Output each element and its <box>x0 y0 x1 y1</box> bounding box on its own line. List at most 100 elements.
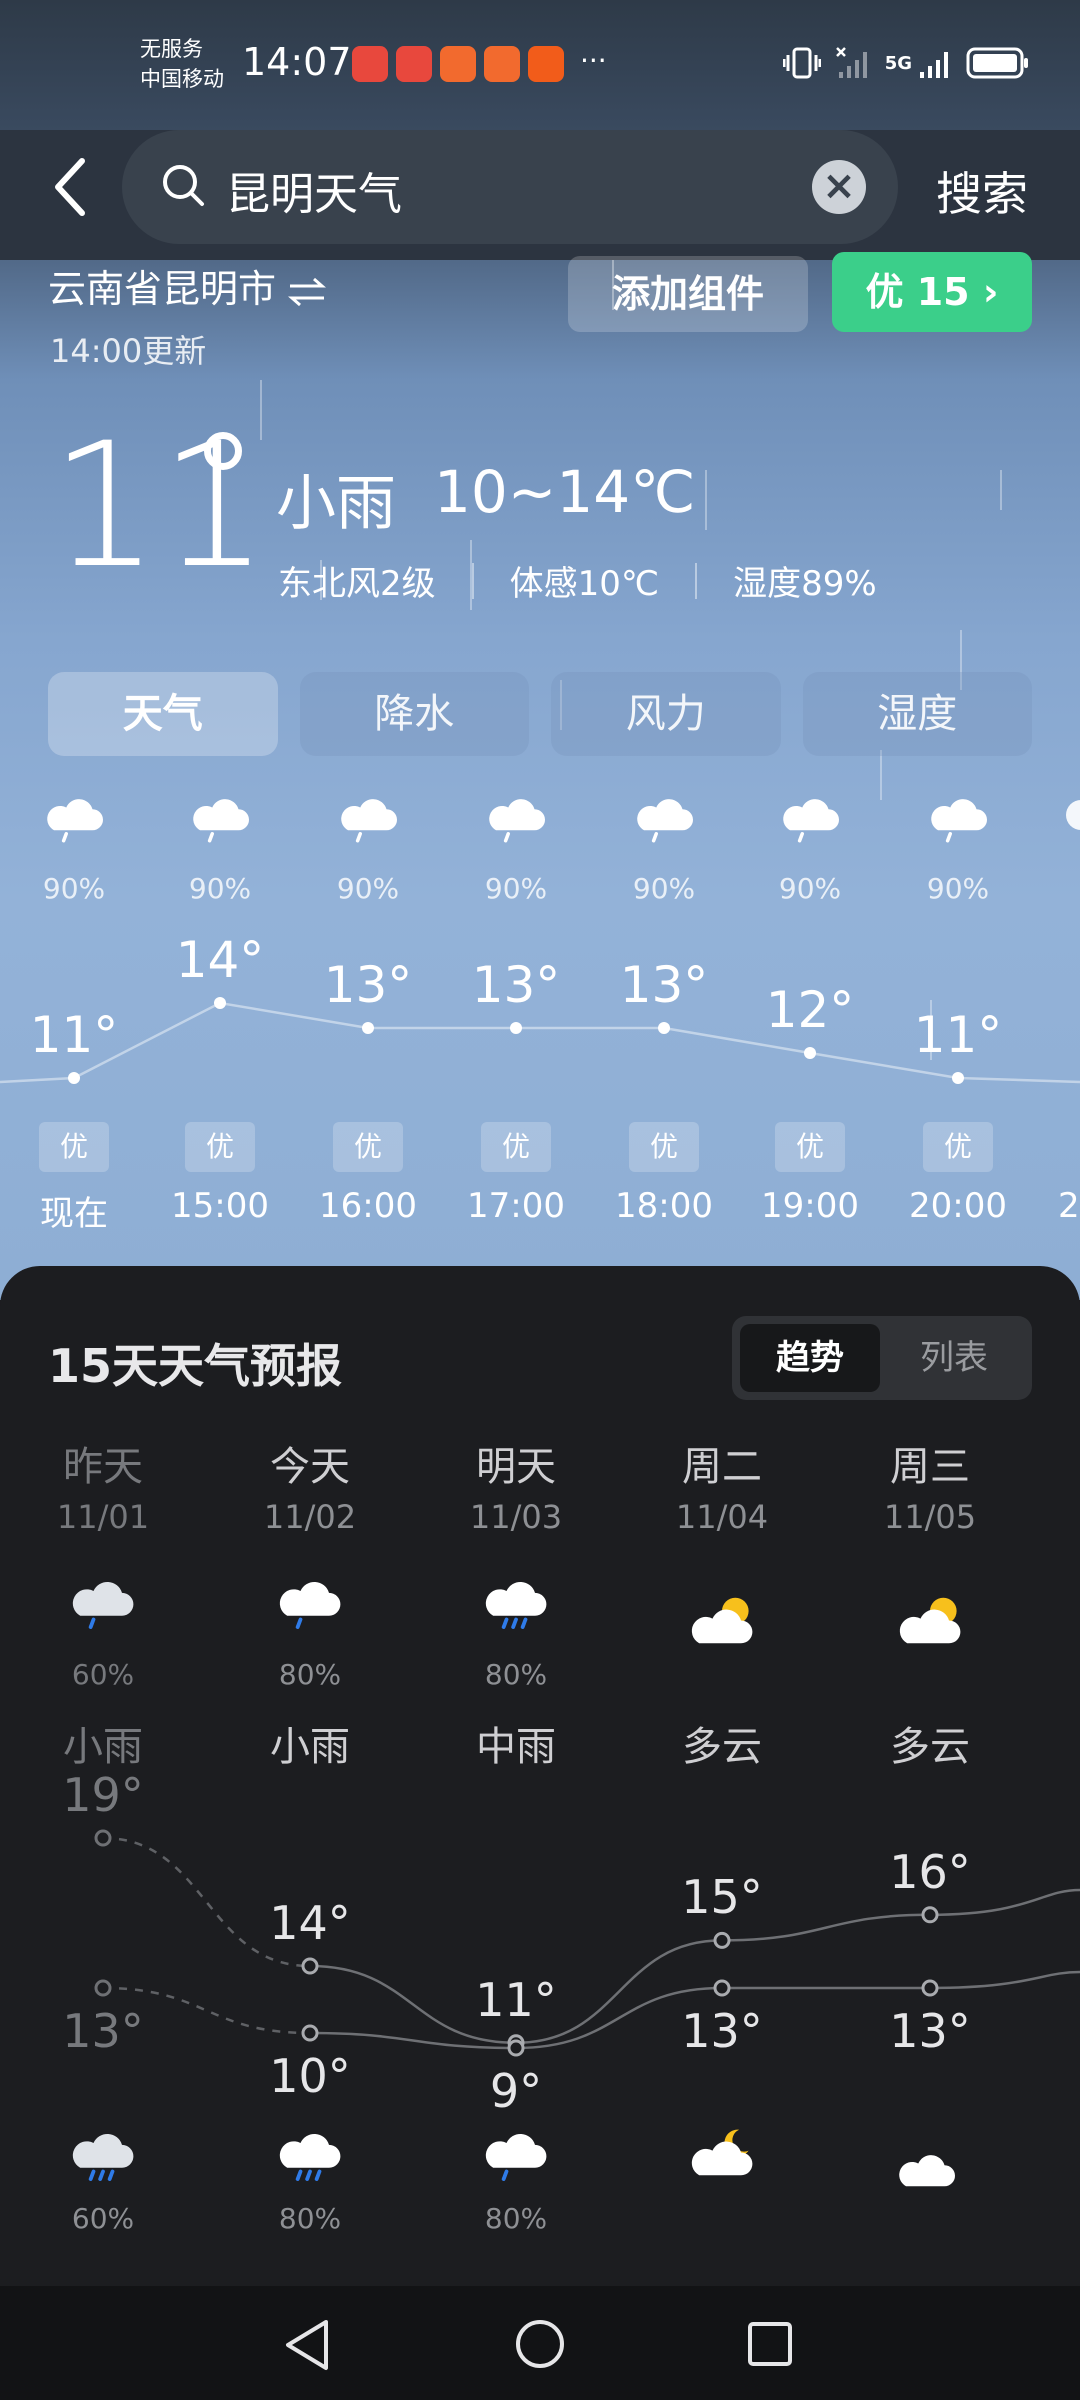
day-date: 11/05 <box>883 1498 977 1536</box>
hourly-overflow-label: 2 <box>1058 1186 1080 1226</box>
day-condition: 多云 <box>682 1724 762 1770</box>
day-high-temp: 11° <box>475 1972 557 2027</box>
day-date: 11/02 <box>263 1498 357 1536</box>
current-details: 东北风2级 体感10℃ 湿度89% <box>278 556 877 605</box>
taobao-app-icon <box>528 46 564 82</box>
hourly-temp: 12° <box>765 981 855 1039</box>
hourly-time: 20:00 <box>909 1186 1007 1226</box>
precip-chance: 90% <box>778 872 842 905</box>
search-button[interactable]: 搜索 <box>936 158 1028 224</box>
huawei-app-icon <box>396 46 432 82</box>
aqi-chip: 优 <box>775 1122 845 1172</box>
cloudy-icon <box>892 2146 962 2206</box>
precip-chance: 90% <box>484 872 548 905</box>
day-low-temp: 13° <box>889 2004 971 2058</box>
tab-wind[interactable]: 风力 <box>551 672 781 756</box>
network-type: 5G <box>884 52 912 74</box>
view-toggle: 趋势 列表 <box>732 1316 1032 1400</box>
day-condition: 小雨 <box>63 1724 143 1770</box>
night-precip-chance: 80% <box>278 2202 342 2235</box>
back-arrow-icon[interactable] <box>50 155 90 219</box>
aqi-chip: 优 <box>333 1122 403 1172</box>
toggle-trend[interactable]: 趋势 <box>740 1324 880 1392</box>
status-bar: 无服务 中国移动 14:07 ··· 5G <box>0 0 1080 130</box>
day-name: 今天 <box>270 1444 350 1490</box>
day-precip-chance: 80% <box>484 1658 548 1691</box>
divider <box>695 562 698 599</box>
switch-city-icon[interactable] <box>288 277 327 307</box>
precip-chance: 90% <box>188 872 252 905</box>
aqi-badge[interactable]: 优 15 › <box>832 252 1032 332</box>
day-precip-chance: 60% <box>71 1658 135 1691</box>
day-date: 11/01 <box>56 1498 150 1536</box>
aqi-chip: 优 <box>481 1122 551 1172</box>
nav-recents-icon[interactable] <box>746 2320 794 2368</box>
rain-streak <box>705 470 707 530</box>
light-rain-icon <box>776 790 846 850</box>
shop-app-icon <box>440 46 476 82</box>
hourly-temp: 11° <box>913 1006 1003 1064</box>
shop-app-icon <box>484 46 520 82</box>
day-low-temp: 13° <box>62 2004 144 2058</box>
tab-weather[interactable]: 天气 <box>48 672 278 756</box>
hourly-temp: 13° <box>323 956 413 1014</box>
hourly-time: 18:00 <box>615 1186 713 1226</box>
vibrate-icon <box>782 47 821 79</box>
light-rain-icon <box>630 790 700 850</box>
carrier-info: 无服务 中国移动 <box>140 34 224 94</box>
navigation-bar <box>0 2286 1080 2400</box>
hourly-time: 17:00 <box>467 1186 565 1226</box>
wind-info: 东北风2级 <box>278 564 436 604</box>
add-widget-button[interactable]: 添加组件 <box>568 256 808 332</box>
aqi-chip: 优 <box>629 1122 699 1172</box>
tab-precipitation[interactable]: 降水 <box>299 672 529 756</box>
metric-tabs: 天气 降水 风力 湿度 <box>48 672 1032 756</box>
day-precip-chance: 80% <box>278 1658 342 1691</box>
light-rain-icon <box>40 790 110 850</box>
search-bar[interactable]: 昆明天气 × <box>122 130 898 244</box>
light-rain-icon <box>924 790 994 850</box>
search-icon <box>163 165 204 206</box>
more-notifications: ··· <box>580 44 607 77</box>
precip-chance: 90% <box>926 872 990 905</box>
day-high-temp: 14° <box>269 1896 351 1950</box>
light-rain-icon <box>272 2124 348 2189</box>
location-label: 云南省昆明市 <box>48 267 277 311</box>
day-condition: 中雨 <box>476 1724 556 1770</box>
battery-icon <box>966 47 1028 79</box>
carrier-name: 中国移动 <box>140 67 224 91</box>
status-indicators: 5G <box>782 46 1030 80</box>
signal-icon <box>920 52 948 78</box>
status-time: 14:07 <box>242 40 352 84</box>
divider <box>471 562 474 599</box>
light-rain-icon <box>272 1572 348 1637</box>
temperature-range: 10~14℃ <box>434 458 696 526</box>
clear-icon[interactable]: × <box>812 160 866 214</box>
light-rain-icon <box>478 2124 554 2189</box>
forecast-title: 15天天气预报 <box>48 1339 343 1393</box>
day-name: 明天 <box>476 1444 556 1490</box>
huawei-app-icon <box>352 46 388 82</box>
day-name: 昨天 <box>63 1444 143 1490</box>
light-rain-icon <box>482 790 552 850</box>
hourly-temp: 13° <box>619 956 709 1014</box>
partly-cloudy-day-icon <box>892 1592 968 1657</box>
precip-chance: 90% <box>632 872 696 905</box>
precip-chance: 90% <box>42 872 106 905</box>
feels-like: 体感10℃ <box>509 564 660 604</box>
partly-cloudy-night-icon <box>684 2124 760 2189</box>
day-date: 11/04 <box>675 1498 769 1536</box>
day-high-temp: 15° <box>681 1870 763 1925</box>
hourly-time: 15:00 <box>171 1186 269 1226</box>
hourly-time: 现在 <box>40 1194 108 1234</box>
nav-back-icon[interactable] <box>282 2318 332 2372</box>
tab-humidity[interactable]: 湿度 <box>802 672 1032 756</box>
nav-home-icon[interactable] <box>514 2318 566 2370</box>
day-name: 周三 <box>890 1444 970 1490</box>
search-input[interactable]: 昆明天气 <box>226 158 402 222</box>
degree-symbol <box>204 432 242 470</box>
light-rain-icon <box>65 1572 141 1637</box>
location-name[interactable]: 云南省昆明市 <box>48 258 327 313</box>
toggle-list[interactable]: 列表 <box>884 1324 1024 1392</box>
signal-off-icon <box>835 47 867 78</box>
